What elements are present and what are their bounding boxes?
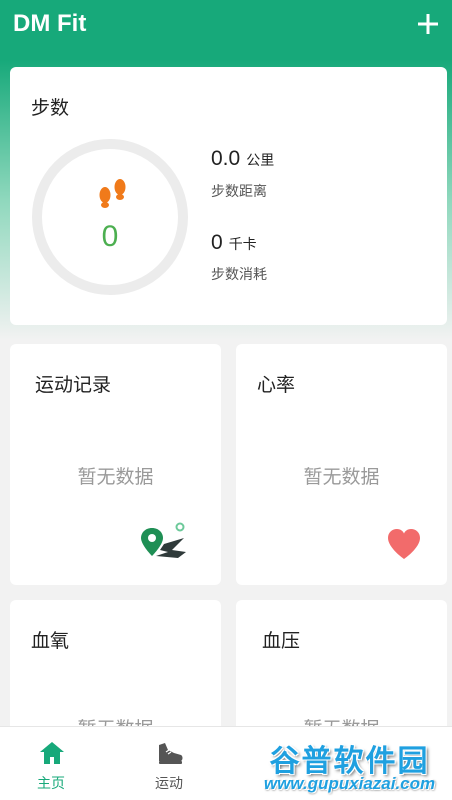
nav-item-home[interactable]: 主页 <box>11 727 91 800</box>
heart-rate-card[interactable]: 心率 暂无数据 <box>236 344 447 585</box>
calorie-row: 0 千卡 <box>211 231 257 255</box>
steps-card-title: 步数 <box>31 97 70 119</box>
heart-empty-text: 暂无数据 <box>303 466 380 488</box>
app-title: DM Fit <box>13 10 87 37</box>
distance-unit: 公里 <box>246 153 275 169</box>
nav-home-label: 主页 <box>37 776 65 792</box>
step-progress-ring <box>32 139 188 295</box>
exercise-empty-text: 暂无数据 <box>77 466 154 488</box>
nav-item-sport[interactable]: 运动 <box>129 727 209 800</box>
footsteps-icon <box>99 179 126 208</box>
calorie-label: 步数消耗 <box>211 267 267 283</box>
distance-row: 0.0 公里 <box>211 147 274 171</box>
heart-card-title: 心率 <box>257 374 296 396</box>
heart-icon <box>388 529 420 559</box>
exercise-card-title: 运动记录 <box>35 374 112 396</box>
pressure-card-title: 血压 <box>262 630 301 652</box>
plus-icon <box>418 14 438 34</box>
step-count: 0 <box>101 220 119 253</box>
exercise-record-card[interactable]: 运动记录 暂无数据 <box>10 344 221 585</box>
route-map-icon <box>141 522 186 558</box>
calorie-value: 0 <box>211 231 223 254</box>
home-icon <box>40 742 64 764</box>
calorie-unit: 千卡 <box>228 237 257 253</box>
watermark-logo: 谷普软件园 www.gupuxiazai.com <box>247 736 452 796</box>
sneaker-icon <box>159 743 183 764</box>
oxygen-card-title: 血氧 <box>31 630 70 652</box>
add-button[interactable] <box>412 8 444 40</box>
watermark-url: www.gupuxiazai.com <box>263 774 436 793</box>
nav-sport-label: 运动 <box>155 776 183 792</box>
steps-card[interactable]: 步数 0 0.0 公里 步数距离 0 千卡 步数消耗 <box>10 67 447 325</box>
distance-label: 步数距离 <box>211 184 267 200</box>
app-bar: DM Fit <box>0 0 452 52</box>
distance-value: 0.0 <box>211 147 241 170</box>
